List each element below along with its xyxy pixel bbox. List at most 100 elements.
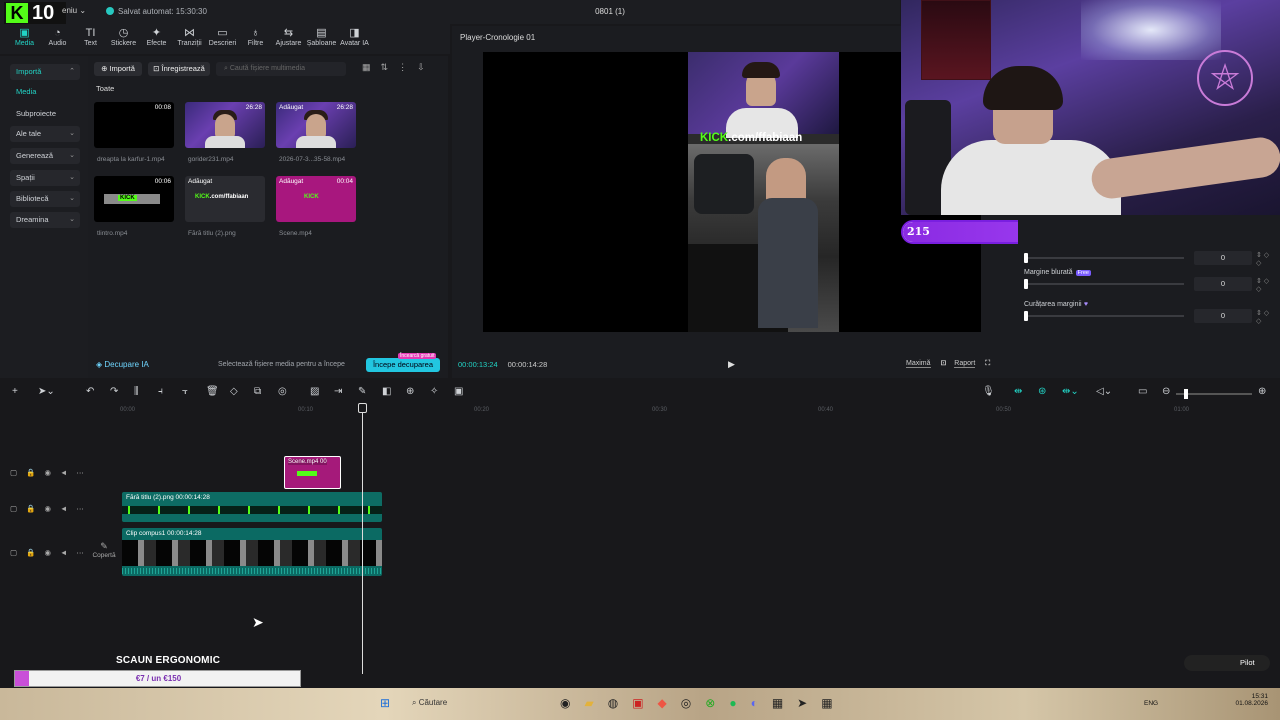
- toolbar-text[interactable]: TI Text: [74, 24, 107, 54]
- link-icon[interactable]: ⇹: [1014, 386, 1022, 397]
- folder-icon[interactable]: ▰: [584, 696, 607, 710]
- capcut-icon[interactable]: ▦: [772, 696, 797, 710]
- property-slider-knob[interactable]: [1024, 311, 1028, 321]
- track-select-icon[interactable]: ▢: [10, 468, 26, 477]
- toolbar--abloane[interactable]: ▤ Șabloane: [305, 24, 338, 54]
- record-button[interactable]: ⊡ Înregistrează: [148, 62, 210, 76]
- language-indicator[interactable]: ENG: [1144, 700, 1158, 707]
- obs-icon[interactable]: ◍: [608, 696, 632, 710]
- property-value-input[interactable]: 0: [1194, 309, 1252, 323]
- sort-icon[interactable]: ⇅: [381, 62, 399, 72]
- filter-all-label[interactable]: Toate: [96, 84, 114, 93]
- more-icon[interactable]: ⋯: [76, 468, 93, 477]
- toolbar-descrieri[interactable]: ▭ Descrieri: [206, 24, 239, 54]
- marker-icon[interactable]: ◇: [230, 386, 238, 397]
- property-slider-knob[interactable]: [1024, 253, 1028, 263]
- sidebar-item-2[interactable]: Subproiecte: [10, 106, 80, 122]
- media-thumbnail[interactable]: 00:08: [94, 102, 174, 148]
- media-thumbnail[interactable]: KICK.com/ffabiaan Adăugat: [185, 176, 265, 222]
- eye-icon[interactable]: ◉: [44, 504, 60, 513]
- property-slider[interactable]: [1024, 283, 1184, 285]
- project-title[interactable]: 0801 (1): [560, 7, 660, 16]
- copilot-button[interactable]: Pilot: [1184, 655, 1270, 671]
- speed-icon[interactable]: ◎: [278, 386, 287, 397]
- chrome-icon[interactable]: ◉: [560, 696, 584, 710]
- zoom-in-icon[interactable]: ⊕: [1258, 386, 1266, 397]
- brave-icon[interactable]: ◆: [658, 696, 681, 710]
- select-tool-icon[interactable]: ➤⌄: [38, 386, 55, 397]
- sidebar-item-3[interactable]: Ale tale ⌄: [10, 126, 80, 142]
- steam-icon[interactable]: ◎: [681, 696, 705, 710]
- fit-icon[interactable]: ⊡: [940, 360, 946, 367]
- view-options[interactable]: ▦⇅⋮⇩: [362, 62, 435, 73]
- track-select-icon[interactable]: ▢: [10, 548, 26, 557]
- start-cutout-button[interactable]: Începe decuparea: [366, 358, 440, 372]
- property-slider[interactable]: [1024, 315, 1184, 317]
- capcut-active-icon[interactable]: ▦: [821, 696, 846, 710]
- quality-button[interactable]: Maximă: [906, 360, 931, 368]
- toolbar-media[interactable]: ▣ Media: [8, 24, 41, 54]
- lock-icon[interactable]: 🔒: [26, 504, 44, 513]
- sidebar-item-5[interactable]: Spații ⌄: [10, 170, 80, 186]
- windows-start-icon[interactable]: ⊞: [380, 696, 403, 710]
- toolbar-stickere[interactable]: ◷ Stickere: [107, 24, 140, 54]
- auto-edit-icon[interactable]: ✎: [358, 386, 366, 397]
- import-button[interactable]: ⊕ Importă: [94, 62, 142, 76]
- toolbar-audio[interactable]: ◔ Audio: [41, 24, 74, 54]
- reverse-icon[interactable]: ⇥: [334, 386, 342, 397]
- mirror-icon[interactable]: ◧: [382, 386, 391, 397]
- stepper-keyframe-icon[interactable]: ⇕ ◇ ◇: [1256, 251, 1274, 267]
- playhead-line[interactable]: [362, 404, 363, 674]
- menu-button[interactable]: eniu ⌄: [62, 6, 86, 15]
- play-button[interactable]: ▶: [728, 359, 735, 370]
- split-left-icon[interactable]: ⫞: [158, 386, 163, 397]
- zoom-slider-knob[interactable]: [1184, 389, 1188, 399]
- spotify-icon[interactable]: ●: [729, 696, 750, 710]
- toolbar-tranzi-ii[interactable]: ⋈ Tranziții: [173, 24, 206, 54]
- media-thumbnail[interactable]: 26:28 Adăugat: [276, 102, 356, 148]
- lock-icon[interactable]: 🔒: [26, 548, 44, 557]
- timeline-view-icon[interactable]: ▭: [1138, 386, 1147, 397]
- track-select-icon[interactable]: ▢: [10, 504, 26, 513]
- playhead-handle[interactable]: [358, 403, 367, 413]
- toolbar-ajustare[interactable]: ⇆ Ajustare: [272, 24, 305, 54]
- telegram-icon[interactable]: ➤: [797, 696, 821, 710]
- stepper-keyframe-icon[interactable]: ⇕ ◇ ◇: [1256, 309, 1274, 325]
- toolbar-efecte[interactable]: ✦ Efecte: [140, 24, 173, 54]
- add-track-icon[interactable]: +: [12, 386, 18, 397]
- caption-icon[interactable]: ▣: [454, 386, 463, 397]
- magic-icon[interactable]: ✧: [430, 386, 438, 397]
- audio-icon[interactable]: ◄: [60, 504, 76, 513]
- split-icon[interactable]: ⫼: [134, 386, 139, 397]
- clock[interactable]: 15:31 01.08.2026: [1228, 693, 1268, 707]
- toolbar-avatar-ia[interactable]: ◨ Avatar IA: [338, 24, 371, 54]
- cover-button[interactable]: ✎ Copertă: [90, 541, 118, 559]
- app-icon[interactable]: ▣: [632, 696, 657, 710]
- media-thumbnail[interactable]: KICK 00:06: [94, 176, 174, 222]
- zoom-out-icon[interactable]: ⊖: [1162, 386, 1170, 397]
- sidebar-item-4[interactable]: Generează ⌄: [10, 148, 80, 164]
- delete-icon[interactable]: 🗑: [206, 386, 219, 397]
- property-slider-knob[interactable]: [1024, 279, 1028, 289]
- xbox-icon[interactable]: ⊗: [705, 696, 729, 710]
- sidebar-item-0[interactable]: Importă ⌃: [10, 64, 80, 80]
- media-thumbnail[interactable]: 26:28: [185, 102, 265, 148]
- toolbar-filtre[interactable]: ♁ Filtre: [239, 24, 272, 54]
- split-right-icon[interactable]: ⫟: [182, 386, 188, 397]
- discord-icon[interactable]: ◐: [751, 696, 772, 710]
- snap-icon[interactable]: ⇹⌄: [1062, 386, 1079, 397]
- magnet-icon[interactable]: ⊛: [1038, 386, 1046, 397]
- redo-icon[interactable]: ↷: [110, 386, 118, 397]
- more-icon[interactable]: ⋯: [76, 504, 93, 513]
- property-slider[interactable]: [1024, 257, 1184, 259]
- property-value-input[interactable]: 0: [1194, 251, 1252, 265]
- clip-main[interactable]: Clip compus1 00:00:14:28: [122, 528, 382, 576]
- sidebar-item-7[interactable]: Dreamina ⌄: [10, 212, 80, 228]
- clip-scene[interactable]: Scene.mp4 00: [284, 456, 341, 489]
- fullscreen-icon[interactable]: ⛶: [985, 360, 990, 367]
- sidebar-item-6[interactable]: Bibliotecă ⌄: [10, 191, 80, 207]
- ratio-button[interactable]: Raport: [954, 360, 976, 368]
- eye-icon[interactable]: ◉: [44, 468, 60, 477]
- preview-axis-icon[interactable]: ◁⌄: [1096, 386, 1112, 397]
- mic-icon[interactable]: 🎙: [982, 386, 995, 397]
